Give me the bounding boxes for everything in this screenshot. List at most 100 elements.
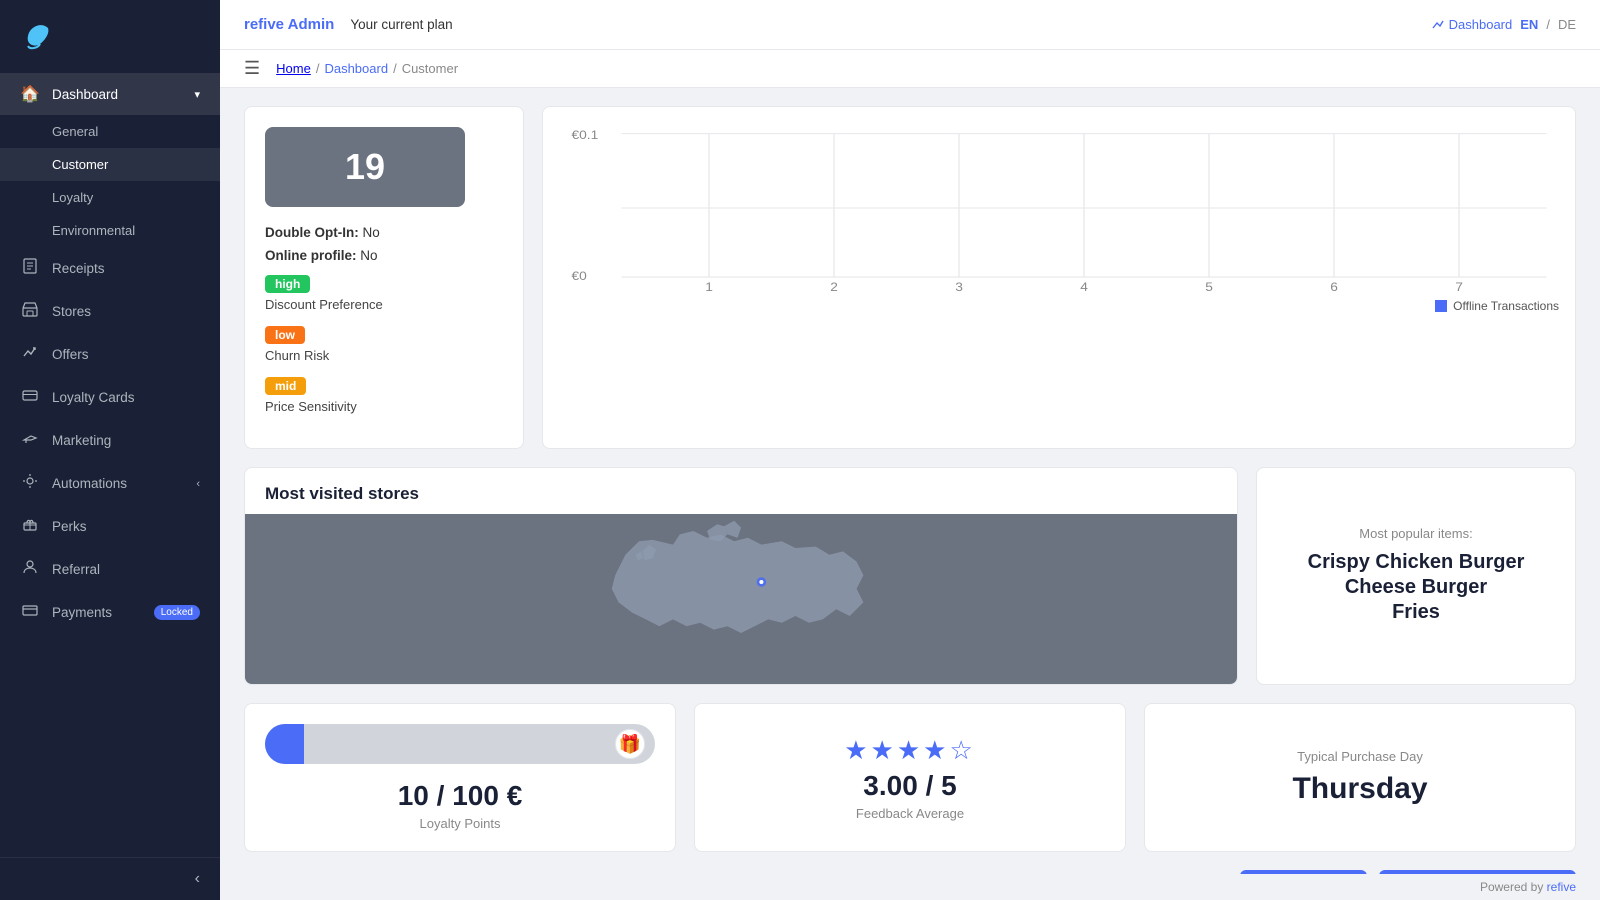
map-body [245, 514, 1237, 684]
sensitivity-label: Price Sensitivity [265, 399, 503, 414]
sidebar-item-environmental[interactable]: Environmental [0, 214, 220, 247]
double-optin-row: Double Opt-In: No [265, 225, 503, 240]
loyalty-points: 10 / 100 € [398, 780, 523, 812]
middle-row: Most visited stores [244, 467, 1576, 685]
sidebar: 🏠 Dashboard ▾ General Customer Loyalty E… [0, 0, 220, 900]
dashboard-icon: 🏠 [20, 84, 40, 104]
sidebar-item-dashboard[interactable]: 🏠 Dashboard ▾ [0, 73, 220, 115]
breadcrumb-sep2: / [393, 61, 397, 76]
online-profile-row: Online profile: No [265, 248, 503, 263]
chart-card: €0.1 €0 1 2 3 4 [542, 106, 1576, 449]
sidebar-item-customer[interactable]: Customer [0, 148, 220, 181]
lang-separator: / [1546, 17, 1550, 32]
brand-label: refive Admin [244, 16, 334, 33]
churn-label: Churn Risk [265, 348, 503, 363]
sidebar-item-label: Loyalty Cards [52, 390, 135, 405]
sidebar-item-label: Offers [52, 347, 89, 362]
customer-number: 19 [265, 127, 465, 207]
purchase-day: Thursday [1292, 772, 1427, 806]
content-area: 19 Double Opt-In: No Online profile: No … [220, 88, 1600, 874]
referral-icon [20, 559, 40, 580]
footer-link[interactable]: refive [1547, 880, 1576, 894]
breadcrumb-bar: ☰ Home / Dashboard / Customer [220, 50, 1600, 88]
feedback-sub-label: Feedback Average [856, 806, 964, 821]
sensitivity-tag: mid [265, 377, 306, 395]
purchase-label: Typical Purchase Day [1297, 749, 1423, 764]
sidebar-item-stores[interactable]: Stores [0, 290, 220, 333]
online-profile-value: No [360, 248, 377, 263]
chart-legend: Offline Transactions [559, 299, 1559, 313]
sidebar-item-loyalty-cards[interactable]: Loyalty Cards [0, 376, 220, 419]
svg-text:3: 3 [955, 280, 963, 293]
legend-dot [1435, 300, 1447, 312]
popular-item-2: Cheese Burger [1345, 576, 1487, 599]
loyalty-bar-fill [265, 724, 304, 764]
hamburger-button[interactable]: ☰ [244, 58, 260, 79]
sidebar-item-label: Automations [52, 476, 127, 491]
sensitivity-section: mid Price Sensitivity [265, 377, 503, 414]
marketing-icon [20, 430, 40, 451]
offers-icon [20, 344, 40, 365]
sidebar-item-label: Loyalty [52, 190, 93, 205]
collapse-button[interactable]: ‹ [195, 870, 200, 888]
svg-text:7: 7 [1455, 280, 1463, 293]
logo-icon [20, 18, 56, 61]
sidebar-item-perks[interactable]: Perks [0, 505, 220, 548]
discount-label: Discount Preference [265, 297, 503, 312]
svg-text:4: 4 [1080, 280, 1088, 293]
purchase-day-card: Typical Purchase Day Thursday [1144, 703, 1576, 852]
loyalty-bar: 🎁 [265, 724, 655, 764]
sidebar-item-payments[interactable]: Payments Locked [0, 591, 220, 634]
breadcrumb-dashboard[interactable]: Dashboard [324, 61, 388, 76]
topbar-right: Dashboard EN / DE [1431, 17, 1576, 32]
sidebar-item-loyalty[interactable]: Loyalty [0, 181, 220, 214]
plan-label: Your current plan [350, 17, 452, 32]
gift-icon: 🎁 [615, 729, 645, 759]
chart-area: €0.1 €0 1 2 3 4 [559, 123, 1559, 293]
payments-icon [20, 602, 40, 623]
footer: Powered by refive [220, 874, 1600, 900]
sidebar-navigation: 🏠 Dashboard ▾ General Customer Loyalty E… [0, 73, 220, 857]
legend-label: Offline Transactions [1453, 299, 1559, 313]
sidebar-item-label: Marketing [52, 433, 111, 448]
main-area: refive Admin Your current plan Dashboard… [220, 0, 1600, 900]
loyalty-sub-label: Loyalty Points [420, 816, 501, 831]
sidebar-item-receipts[interactable]: Receipts [0, 247, 220, 290]
sidebar-footer: ‹ [0, 857, 220, 900]
sidebar-item-offers[interactable]: Offers [0, 333, 220, 376]
sidebar-item-label: Referral [52, 562, 100, 577]
breadcrumb-home[interactable]: Home [276, 61, 311, 76]
locked-badge: Locked [154, 605, 200, 620]
loyalty-cards-icon [20, 387, 40, 408]
popular-items-card: Most popular items: Crispy Chicken Burge… [1256, 467, 1576, 685]
sidebar-item-general[interactable]: General [0, 115, 220, 148]
perks-icon [20, 516, 40, 537]
chevron-down-icon: ▾ [194, 88, 200, 101]
automations-icon [20, 473, 40, 494]
sidebar-item-label: Perks [52, 519, 87, 534]
top-row: 19 Double Opt-In: No Online profile: No … [244, 106, 1576, 449]
sidebar-item-referral[interactable]: Referral [0, 548, 220, 591]
sidebar-item-marketing[interactable]: Marketing [0, 419, 220, 462]
topbar-left: refive Admin Your current plan [244, 16, 453, 33]
sidebar-item-label: General [52, 124, 98, 139]
sidebar-item-label: Customer [52, 157, 108, 172]
svg-text:6: 6 [1330, 280, 1338, 293]
customer-info-card: 19 Double Opt-In: No Online profile: No … [244, 106, 524, 449]
breadcrumb-sep1: / [316, 61, 320, 76]
sidebar-item-label: Environmental [52, 223, 135, 238]
dashboard-link[interactable]: Dashboard [1431, 17, 1513, 32]
svg-text:2: 2 [830, 280, 838, 293]
lang-en[interactable]: EN [1520, 17, 1538, 32]
topbar: refive Admin Your current plan Dashboard… [220, 0, 1600, 50]
breadcrumb-current: Customer [402, 61, 458, 76]
svg-text:1: 1 [705, 280, 713, 293]
receipts-icon [20, 258, 40, 279]
star-rating: ★★★★☆ [844, 735, 976, 766]
sidebar-item-label: Payments [52, 605, 112, 620]
sidebar-item-automations[interactable]: Automations ‹ [0, 462, 220, 505]
breadcrumb: Home / Dashboard / Customer [276, 61, 458, 76]
svg-text:€0: €0 [572, 269, 587, 283]
lang-de[interactable]: DE [1558, 17, 1576, 32]
feedback-score: 3.00 / 5 [863, 770, 956, 802]
